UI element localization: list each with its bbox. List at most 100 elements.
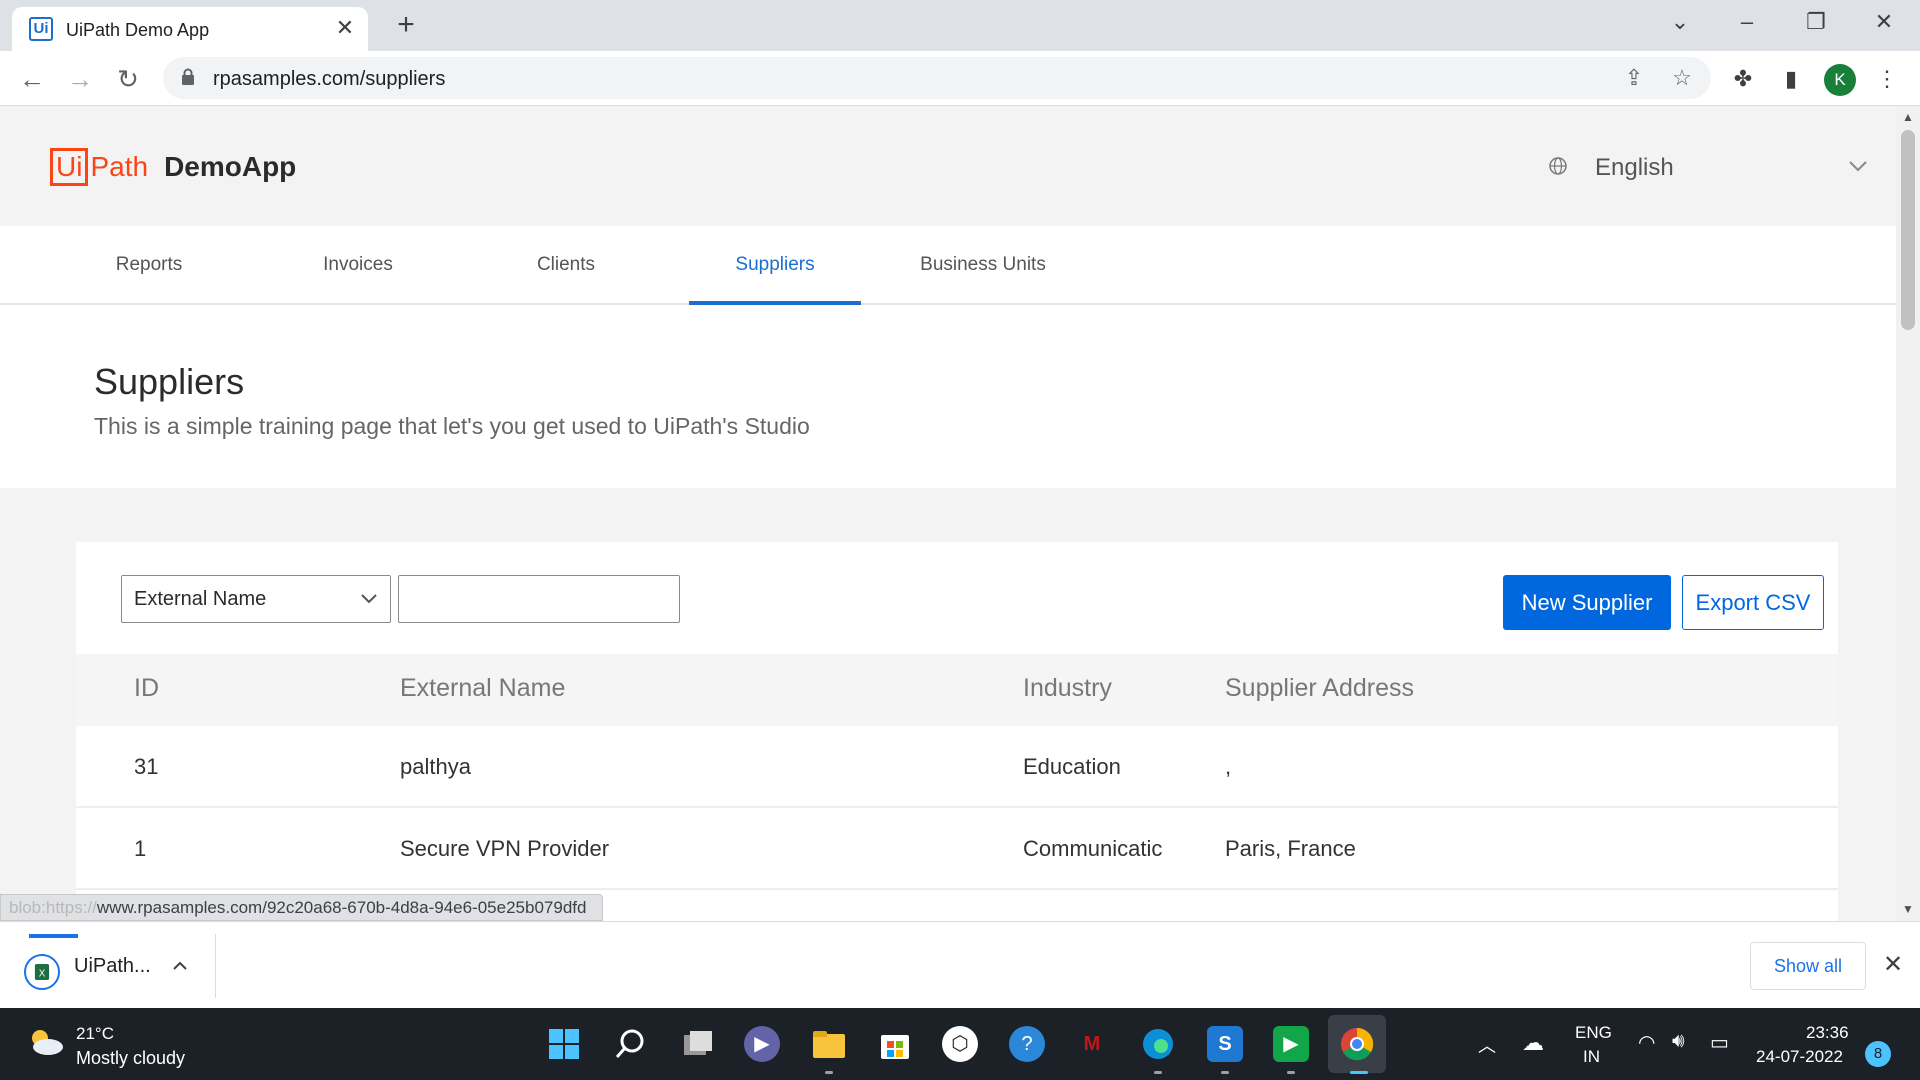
cell-industry: Education: [1023, 754, 1121, 779]
teams-chat-icon[interactable]: ▶: [744, 1026, 780, 1062]
menu-icon[interactable]: ⋮: [1872, 64, 1902, 94]
app-s-icon[interactable]: S: [1207, 1026, 1243, 1062]
cell-id: 1: [134, 836, 147, 861]
battery-icon[interactable]: ▭: [1710, 1030, 1729, 1055]
scroll-down-icon[interactable]: ▼: [1896, 902, 1920, 920]
volume-icon[interactable]: 🔊︎: [1672, 1030, 1685, 1053]
tab-business-units[interactable]: Business Units: [897, 226, 1069, 305]
extensions-icon[interactable]: ✤: [1728, 64, 1758, 94]
url-text: rpasamples.com/suppliers: [213, 68, 446, 90]
scroll-thumb[interactable]: [1901, 130, 1915, 330]
tab-close-icon[interactable]: ✕: [332, 15, 358, 41]
sidepanel-icon[interactable]: ▮: [1776, 64, 1806, 94]
active-indicator: [1350, 1071, 1368, 1074]
tray-overflow-icon[interactable]: ︿: [1478, 1032, 1496, 1058]
svg-text:X: X: [39, 968, 46, 979]
running-indicator: [1221, 1071, 1229, 1074]
cloudy-weather-icon[interactable]: [26, 1027, 66, 1057]
link-status-bubble: blob:https://www.rpasamples.com/92c20a68…: [0, 894, 604, 921]
suppliers-card: External Name New Supplier Export CSV ID…: [76, 542, 1838, 921]
page-title: Suppliers: [94, 361, 245, 402]
media-player-icon[interactable]: ▶: [1273, 1026, 1309, 1062]
logo-path-text: Path: [90, 151, 149, 182]
window-close-icon[interactable]: ✕: [1864, 6, 1904, 38]
filter-input[interactable]: [398, 575, 680, 623]
running-indicator: [1287, 1071, 1295, 1074]
tab-clients[interactable]: Clients: [480, 226, 652, 305]
tab-invoices[interactable]: Invoices: [272, 226, 444, 305]
table-row[interactable]: 31 palthya Education ,: [76, 726, 1838, 808]
browser-toolbar: ← → ↻ rpasamples.com/suppliers ⇪ ☆ ✤ ▮ K…: [0, 51, 1920, 106]
table-row[interactable]: 1 Secure VPN Provider Communicatic Paris…: [76, 808, 1838, 890]
clock-date[interactable]: 24-07-2022: [1756, 1047, 1843, 1067]
cell-id: 31: [134, 754, 159, 779]
new-tab-icon[interactable]: +: [390, 9, 422, 41]
forward-icon[interactable]: →: [62, 61, 98, 97]
app-hex-icon[interactable]: ⬡: [942, 1026, 978, 1062]
cell-supplier-address: ,: [1225, 754, 1232, 779]
notification-badge[interactable]: 8: [1865, 1041, 1891, 1067]
lock-icon: [182, 68, 194, 85]
filter-field-select[interactable]: External Name: [121, 575, 391, 623]
chrome-taskbar-button[interactable]: [1328, 1015, 1386, 1073]
column-header-industry[interactable]: Industry: [1023, 674, 1112, 703]
weather-description[interactable]: Mostly cloudy: [76, 1048, 185, 1069]
search-icon[interactable]: [612, 1026, 648, 1062]
file-explorer-icon[interactable]: [811, 1026, 847, 1062]
status-prefix: blob:https://: [9, 898, 97, 917]
profile-avatar[interactable]: K: [1824, 64, 1856, 96]
chevron-down-icon[interactable]: [1846, 156, 1870, 176]
page-viewport: Ui Path DemoApp English Reports Invoices…: [0, 106, 1896, 921]
edge-browser-icon[interactable]: [1140, 1026, 1176, 1062]
reload-icon[interactable]: ↻: [110, 61, 146, 97]
language-line1[interactable]: ENG: [1575, 1023, 1612, 1043]
cell-industry: Communicatic: [1023, 836, 1163, 861]
language-line2[interactable]: IN: [1583, 1047, 1600, 1067]
new-supplier-button[interactable]: New Supplier: [1503, 575, 1671, 630]
status-link: www.rpasamples.com/92c20a68-670b-4d8a-94…: [96, 898, 587, 917]
logo-ui-mark: Ui: [50, 148, 89, 186]
task-view-icon[interactable]: [680, 1026, 716, 1062]
back-icon[interactable]: ←: [14, 61, 50, 97]
tab-reports[interactable]: Reports: [63, 226, 235, 305]
excel-file-icon[interactable]: X: [24, 954, 60, 990]
page-scrollbar[interactable]: ▲ ▼: [1896, 106, 1920, 921]
mcafee-icon[interactable]: M: [1074, 1026, 1110, 1062]
share-icon[interactable]: ⇪: [1620, 64, 1648, 92]
windows-taskbar: 21°C Mostly cloudy ▶ ⬡ ? M S ▶ ︿ ☁ ENG I…: [0, 1008, 1920, 1080]
clock-time[interactable]: 23:36: [1806, 1023, 1849, 1043]
wifi-icon[interactable]: ◠: [1638, 1030, 1655, 1055]
uipath-logo[interactable]: Ui Path DemoApp: [50, 148, 296, 186]
column-header-external-name[interactable]: External Name: [400, 674, 565, 703]
shelf-close-icon[interactable]: ✕: [1880, 952, 1906, 978]
star-icon[interactable]: ☆: [1668, 64, 1696, 92]
browser-tab-strip: Ui UiPath Demo App ✕ + ⌄ – ❐ ✕: [0, 0, 1920, 51]
address-bar[interactable]: rpasamples.com/suppliers ⇪ ☆: [163, 57, 1711, 99]
table-header: ID External Name Industry Supplier Addre…: [76, 654, 1838, 726]
page-intro: Suppliers This is a simple training page…: [0, 305, 1896, 488]
scroll-up-icon[interactable]: ▲: [1896, 110, 1920, 128]
restore-icon[interactable]: ❐: [1796, 6, 1836, 38]
download-shelf: X UiPath... Show all ✕: [0, 921, 1920, 1008]
download-item-label[interactable]: UiPath...: [74, 955, 151, 978]
column-header-supplier-address[interactable]: Supplier Address: [1225, 674, 1414, 703]
export-csv-button[interactable]: Export CSV: [1682, 575, 1824, 630]
running-indicator: [825, 1071, 833, 1074]
uipath-favicon-icon: Ui: [29, 17, 53, 41]
microsoft-store-icon[interactable]: [877, 1026, 913, 1062]
tab-search-chevron-icon[interactable]: ⌄: [1660, 6, 1700, 38]
chrome-icon: [1341, 1027, 1374, 1061]
onedrive-icon[interactable]: ☁: [1522, 1030, 1544, 1056]
browser-tab[interactable]: Ui UiPath Demo App ✕: [12, 7, 368, 51]
chevron-up-icon[interactable]: [170, 958, 190, 974]
minimize-icon[interactable]: –: [1727, 6, 1767, 38]
cell-supplier-address: Paris, France: [1225, 836, 1356, 861]
language-select[interactable]: English: [1595, 154, 1674, 182]
windows-start-icon[interactable]: [546, 1026, 582, 1062]
weather-temperature[interactable]: 21°C: [76, 1024, 114, 1044]
tab-suppliers[interactable]: Suppliers: [689, 226, 861, 305]
show-all-button[interactable]: Show all: [1750, 942, 1866, 990]
main-nav: Reports Invoices Clients Suppliers Busin…: [0, 226, 1896, 305]
help-icon[interactable]: ?: [1009, 1026, 1045, 1062]
column-header-id[interactable]: ID: [134, 674, 159, 703]
